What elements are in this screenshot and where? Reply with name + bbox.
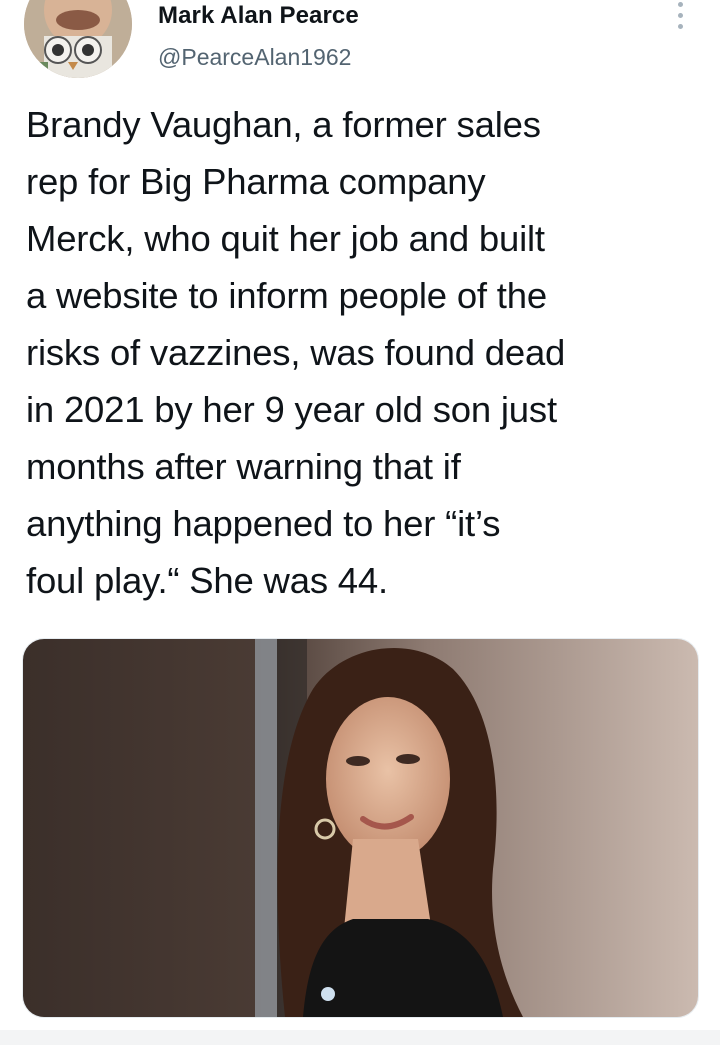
author-handle[interactable]: @PearceAlan1962 bbox=[158, 44, 351, 71]
tweet-text-line: rep for Big Pharma company bbox=[26, 161, 486, 202]
avatar-photo bbox=[24, 0, 132, 78]
bottom-divider bbox=[0, 1030, 720, 1045]
tweet-text-line: foul play.“ She was 44. bbox=[26, 560, 388, 601]
tweet: Mark Alan Pearce @PearceAlan1962 Brandy … bbox=[0, 0, 720, 1045]
avatar[interactable] bbox=[24, 0, 132, 78]
author-display-name[interactable]: Mark Alan Pearce bbox=[158, 2, 359, 30]
tweet-text-line: in 2021 by her 9 year old son just bbox=[26, 389, 557, 430]
tweet-text: Brandy Vaughan, a former sales rep for B… bbox=[26, 96, 698, 609]
tweet-media-photo[interactable] bbox=[22, 638, 699, 1018]
tweet-text-line: Brandy Vaughan, a former sales bbox=[26, 104, 541, 145]
more-options-icon[interactable] bbox=[670, 2, 692, 36]
tweet-text-line: months after warning that if bbox=[26, 446, 461, 487]
tweet-text-line: a website to inform people of the bbox=[26, 275, 547, 316]
tweet-text-line: risks of vazzines, was found dead bbox=[26, 332, 566, 373]
portrait-photo bbox=[23, 639, 698, 1017]
tweet-text-line: Merck, who quit her job and built bbox=[26, 218, 545, 259]
tweet-text-line: anything happened to her “it’s bbox=[26, 503, 501, 544]
